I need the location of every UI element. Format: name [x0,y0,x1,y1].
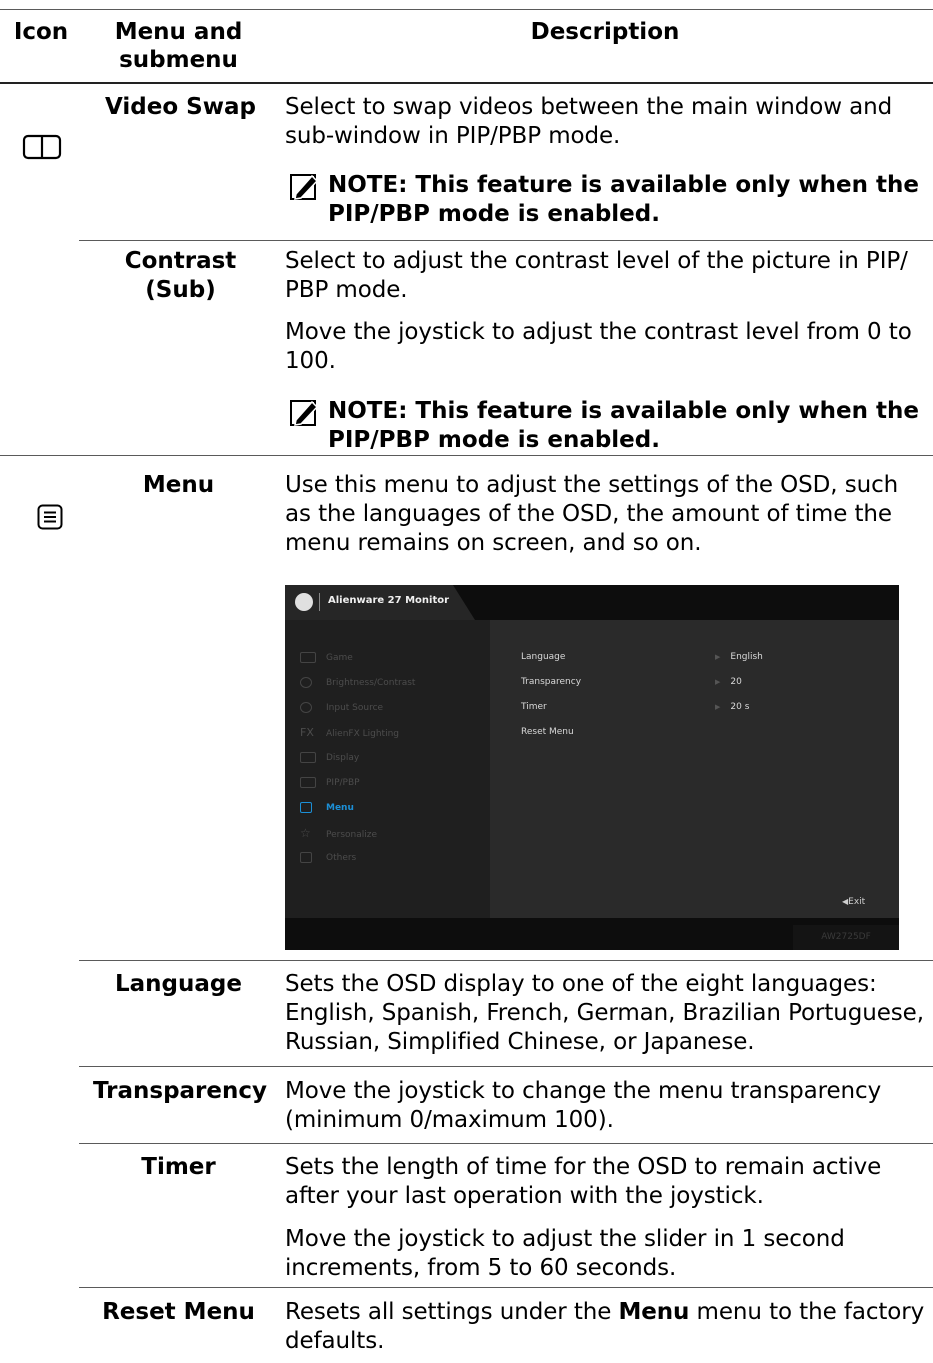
osd-value-language: ▶ English [715,652,763,662]
arrow-right-icon: ▶ [715,653,721,661]
note-text: NOTE: This feature is available only whe… [328,172,919,227]
header-menu-submenu: Menu and submenu [114,19,243,73]
others-icon [300,852,312,863]
osd-title-divider [319,593,320,611]
osd-setting-language[interactable]: Language [521,652,565,662]
menu-name-transparency: Transparency [92,1078,268,1104]
osd-menu-item-personalize[interactable]: ☆ Personalize [300,826,377,840]
fx-icon: FX [300,726,314,739]
reset-menu-description: Resets all settings under the Menu menu … [285,1299,925,1354]
osd-setting-reset-menu[interactable]: Reset Menu [521,727,574,737]
osd-screenshot: Alienware 27 Monitor AW2725DF Game Brigh… [285,585,899,950]
arrow-right-icon: ▶ [715,678,721,686]
osd-menu-item-alienfx-lighting[interactable]: FX AlienFX Lighting [300,726,399,740]
timer-description-2: Move the joystick to adjust the slider i… [285,1226,845,1281]
menu-name-reset-menu: Reset Menu [102,1299,255,1325]
row-rule [0,455,933,456]
menu-name-timer: Timer [141,1154,216,1180]
contrast-sub-note: NOTE: This feature is available only whe… [290,397,920,455]
menu-name-contrast-sub: Contrast (Sub) [124,248,237,303]
osd-menu-item-brightness-contrast[interactable]: Brightness/Contrast [300,676,415,690]
note-pencil-icon [290,174,319,200]
pip-pbp-icon [22,134,62,164]
display-icon [300,752,316,763]
gamepad-icon [300,652,316,663]
osd-setting-timer[interactable]: Timer [521,702,547,712]
osd-exit-button[interactable]: ◀Exit [842,897,865,907]
arrow-right-icon: ▶ [715,703,721,711]
osd-menu-item-game[interactable]: Game [300,651,353,665]
osd-value-timer: ▶ 20 s [715,702,750,712]
table-top-rule [0,9,933,10]
language-description: Sets the OSD display to one of the eight… [285,971,924,1055]
menu-icon [37,504,63,534]
osd-menu-item-pip-pbp[interactable]: PIP/PBP [300,776,360,790]
header-rule [0,82,933,84]
osd-title: Alienware 27 Monitor [328,595,450,606]
osd-setting-transparency[interactable]: Transparency [521,677,581,687]
timer-description-1: Sets the length of time for the OSD to r… [285,1154,882,1209]
header-description: Description [530,19,680,45]
note-pencil-icon [290,400,319,426]
osd-menu-item-others[interactable]: Others [300,851,356,865]
osd-menu-item-display[interactable]: Display [300,751,359,765]
video-swap-note: NOTE: This feature is available only whe… [290,171,920,229]
contrast-sub-description-1: Select to adjust the contrast level of t… [285,248,908,303]
subrow-rule [79,240,933,241]
osd-menu-item-input-source[interactable]: Input Source [300,701,383,715]
input-arrow-icon [300,702,312,713]
sun-icon [300,677,312,688]
row-rule [79,1287,933,1288]
osd-value-transparency: ▶ 20 [715,677,742,687]
contrast-sub-description-2: Move the joystick to adjust the contrast… [285,319,912,374]
osd-right-pane [490,620,899,918]
pip-pbp-icon [300,777,316,788]
star-icon: ☆ [300,826,311,840]
row-rule [79,1066,933,1067]
transparency-description: Move the joystick to change the menu tra… [285,1078,882,1133]
menu-description: Use this menu to adjust the settings of … [285,472,899,556]
menu-name-language: Language [115,971,242,997]
row-rule [79,1143,933,1144]
menu-name-video-swap: Video Swap [105,94,256,120]
menu-icon [300,802,312,813]
alien-logo-icon [295,593,313,611]
row-rule [79,960,933,961]
menu-name-menu: Menu [142,472,215,498]
video-swap-description: Select to swap videos between the main w… [285,94,893,149]
osd-menu-item-menu[interactable]: Menu [300,801,354,815]
note-text: NOTE: This feature is available only whe… [328,398,919,453]
osd-model: AW2725DF [793,925,899,950]
header-icon: Icon [13,19,69,45]
